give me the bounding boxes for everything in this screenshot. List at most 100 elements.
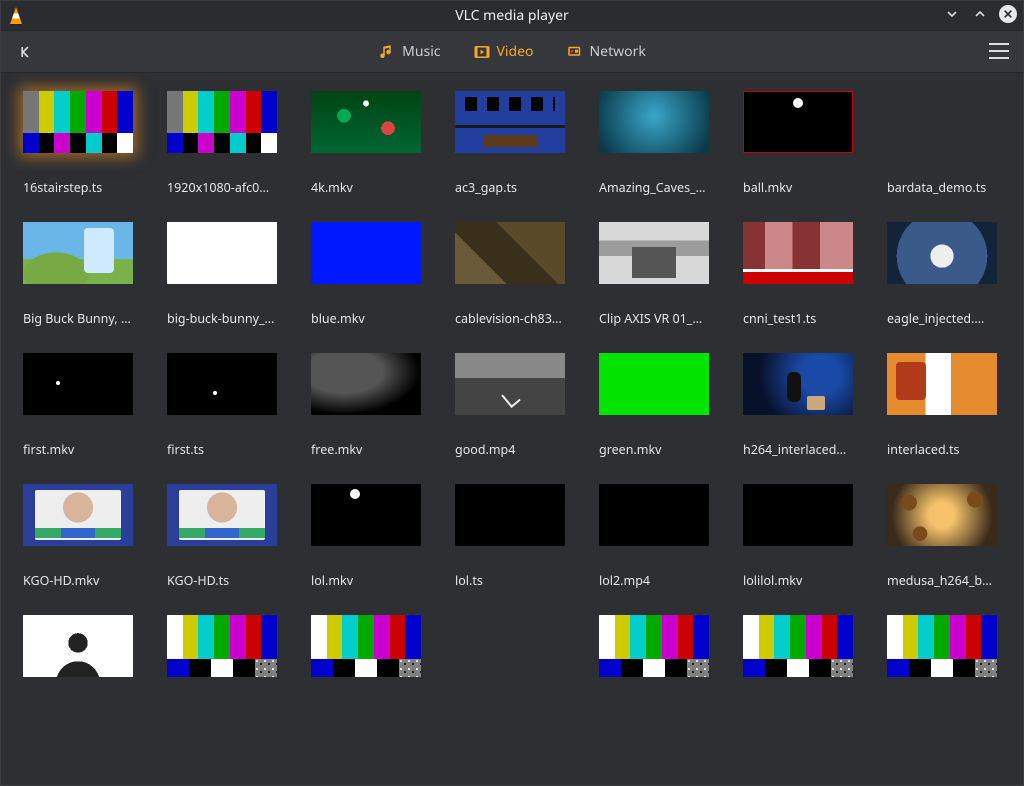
thumbnail	[23, 353, 133, 415]
network-icon	[566, 43, 584, 61]
media-filename: medusa_h264_b…	[887, 572, 1007, 589]
media-filename: free.mkv	[311, 441, 431, 458]
thumbnail	[455, 222, 565, 284]
tab-network[interactable]: Network	[564, 38, 648, 65]
thumbnail	[311, 484, 421, 546]
media-item[interactable]: interlaced.ts	[887, 353, 1019, 458]
media-item[interactable]: green.mkv	[599, 353, 731, 458]
media-item[interactable]: medusa_h264_b…	[887, 484, 1019, 589]
maximize-button[interactable]	[971, 5, 989, 23]
media-item[interactable]: lol.ts	[455, 484, 587, 589]
media-filename: first.mkv	[23, 441, 143, 458]
thumbnail	[167, 615, 277, 677]
media-item[interactable]: big-buck-bunny_…	[167, 222, 299, 327]
media-item[interactable]: cablevision-ch83…	[455, 222, 587, 327]
tab-label: Video	[497, 42, 534, 61]
titlebar: VLC media player	[1, 1, 1023, 31]
app-window: VLC media player Music	[0, 0, 1024, 786]
media-item[interactable]: 4k.mkv	[311, 91, 443, 196]
thumbnail	[311, 91, 421, 153]
media-filename: 4k.mkv	[311, 179, 431, 196]
thumbnail	[599, 615, 709, 677]
media-item[interactable]: Big Buck Bunny, …	[23, 222, 155, 327]
menu-button[interactable]	[989, 43, 1009, 59]
media-item[interactable]: blue.mkv	[311, 222, 443, 327]
thumbnail	[599, 222, 709, 284]
thumbnail	[743, 222, 853, 284]
media-item[interactable]: 1920x1080-afc0…	[167, 91, 299, 196]
media-filename: blue.mkv	[311, 310, 431, 327]
thumbnail	[455, 353, 565, 415]
media-item[interactable]: good.mp4	[455, 353, 587, 458]
media-item[interactable]: lolilol.mkv	[743, 484, 875, 589]
media-filename: ac3_gap.ts	[455, 179, 575, 196]
media-filename: 16stairstep.ts	[23, 179, 143, 196]
thumbnail	[743, 353, 853, 415]
media-item[interactable]: Amazing_Caves_…	[599, 91, 731, 196]
media-item[interactable]: free.mkv	[311, 353, 443, 458]
media-item[interactable]: first.mkv	[23, 353, 155, 458]
thumbnail	[455, 91, 565, 153]
media-item[interactable]	[455, 615, 587, 703]
media-filename: green.mkv	[599, 441, 719, 458]
media-item[interactable]	[23, 615, 155, 703]
content: 16stairstep.ts 1920x1080-afc0… 4k.mkv ac3_…	[1, 73, 1023, 785]
thumbnail	[167, 222, 277, 284]
media-filename: lol.ts	[455, 572, 575, 589]
minimize-button[interactable]	[943, 5, 961, 23]
media-item[interactable]: h264_interlaced…	[743, 353, 875, 458]
media-item[interactable]: bardata_demo.ts	[887, 91, 1019, 196]
thumbnail	[311, 353, 421, 415]
media-filename: bardata_demo.ts	[887, 179, 1007, 196]
thumbnail	[599, 91, 709, 153]
media-filename: lol.mkv	[311, 572, 431, 589]
thumbnail	[743, 91, 853, 153]
thumbnail	[887, 484, 997, 546]
media-item[interactable]: eagle_injected.…	[887, 222, 1019, 327]
back-button[interactable]	[19, 45, 33, 59]
media-item[interactable]	[887, 615, 1019, 703]
thumbnail	[311, 222, 421, 284]
media-filename: 1920x1080-afc0…	[167, 179, 287, 196]
media-filename: Amazing_Caves_…	[599, 179, 719, 196]
tab-video[interactable]: Video	[471, 38, 536, 65]
thumbnail	[743, 615, 853, 677]
media-item[interactable]	[743, 615, 875, 703]
tab-music[interactable]: Music	[376, 38, 442, 65]
thumbnail	[167, 353, 277, 415]
thumbnail	[23, 91, 133, 153]
toolbar: Music Video Network	[1, 31, 1023, 73]
thumbnail	[455, 484, 565, 546]
thumbnail	[455, 615, 565, 677]
window-title: VLC media player	[455, 6, 569, 25]
media-filename: KGO-HD.mkv	[23, 572, 143, 589]
thumbnail	[887, 91, 997, 153]
media-item[interactable]	[167, 615, 299, 703]
media-item[interactable]: lol.mkv	[311, 484, 443, 589]
close-button[interactable]	[999, 5, 1017, 23]
media-item[interactable]: 16stairstep.ts	[23, 91, 155, 196]
thumbnail	[167, 91, 277, 153]
media-item[interactable]: ball.mkv	[743, 91, 875, 196]
media-item[interactable]	[311, 615, 443, 703]
media-item[interactable]: cnni_test1.ts	[743, 222, 875, 327]
media-item[interactable]: first.ts	[167, 353, 299, 458]
media-filename: cablevision-ch83…	[455, 310, 575, 327]
media-grid[interactable]: 16stairstep.ts 1920x1080-afc0… 4k.mkv ac3_…	[1, 73, 1023, 785]
media-item[interactable]: KGO-HD.ts	[167, 484, 299, 589]
media-item[interactable]: Clip AXIS VR 01_…	[599, 222, 731, 327]
media-filename: cnni_test1.ts	[743, 310, 863, 327]
thumbnail	[167, 484, 277, 546]
category-tabs: Music Video Network	[376, 38, 648, 65]
thumbnail	[23, 484, 133, 546]
media-filename: interlaced.ts	[887, 441, 1007, 458]
thumbnail	[23, 222, 133, 284]
thumbnail	[599, 353, 709, 415]
media-filename: good.mp4	[455, 441, 575, 458]
media-filename: KGO-HD.ts	[167, 572, 287, 589]
media-item[interactable]: KGO-HD.mkv	[23, 484, 155, 589]
media-item[interactable]: lol2.mp4	[599, 484, 731, 589]
media-item[interactable]	[599, 615, 731, 703]
media-filename: h264_interlaced…	[743, 441, 863, 458]
media-item[interactable]: ac3_gap.ts	[455, 91, 587, 196]
